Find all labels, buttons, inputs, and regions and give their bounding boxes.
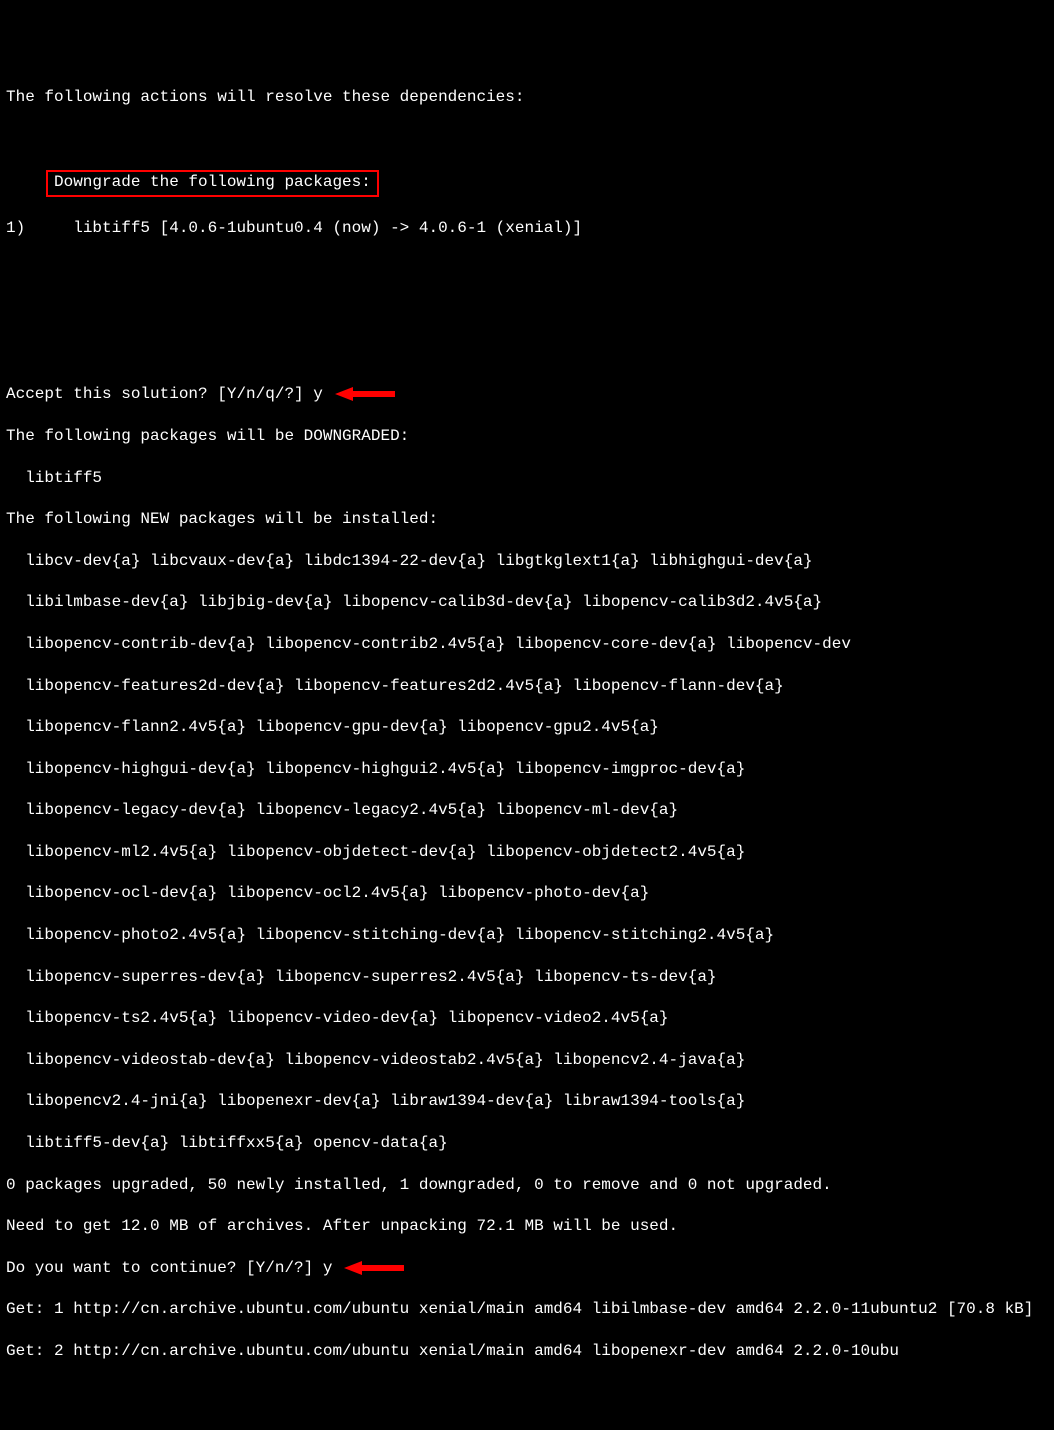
new-header: The following NEW packages will be insta… bbox=[6, 509, 1048, 530]
pkg-line: libopencv-photo2.4v5{a} libopencv-stitch… bbox=[6, 925, 1048, 946]
pkg-line: libopencv-ts2.4v5{a} libopencv-video-dev… bbox=[6, 1008, 1048, 1029]
pkg-line: libopencv2.4-jni{a} libopenexr-dev{a} li… bbox=[6, 1091, 1048, 1112]
blank bbox=[6, 260, 1048, 281]
summary-need-to-get: Need to get 12.0 MB of archives. After u… bbox=[6, 1216, 1048, 1237]
continue-prompt-row[interactable]: Do you want to continue? [Y/n/?] y bbox=[6, 1258, 1048, 1279]
pkg-line: libopencv-videostab-dev{a} libopencv-vid… bbox=[6, 1050, 1048, 1071]
continue-prompt-text: Do you want to continue? [Y/n/?] y bbox=[6, 1259, 332, 1277]
pkg-line: libopencv-flann2.4v5{a} libopencv-gpu-de… bbox=[6, 717, 1048, 738]
pkg-line: libopencv-features2d-dev{a} libopencv-fe… bbox=[6, 676, 1048, 697]
downgraded-pkgs: libtiff5 bbox=[6, 468, 1048, 489]
blank bbox=[6, 343, 1048, 364]
accept-prompt-row[interactable]: Accept this solution? [Y/n/q/?] y bbox=[6, 384, 1048, 405]
pkg-line: libopencv-contrib-dev{a} libopencv-contr… bbox=[6, 634, 1048, 655]
pkg-line: libtiff5-dev{a} libtiffxx5{a} opencv-dat… bbox=[6, 1133, 1048, 1154]
pkg-line: libopencv-legacy-dev{a} libopencv-legacy… bbox=[6, 800, 1048, 821]
accept-prompt-text: Accept this solution? [Y/n/q/?] y bbox=[6, 385, 323, 403]
blank bbox=[6, 301, 1048, 322]
download-line: Get: 2 http://cn.archive.ubuntu.com/ubun… bbox=[6, 1341, 1048, 1362]
pkg-line: libilmbase-dev{a} libjbig-dev{a} libopen… bbox=[6, 592, 1048, 613]
download-line: Get: 1 http://cn.archive.ubuntu.com/ubun… bbox=[6, 1299, 1048, 1320]
pkg-line: libopencv-ml2.4v5{a} libopencv-objdetect… bbox=[6, 842, 1048, 863]
pkg-line: libopencv-superres-dev{a} libopencv-supe… bbox=[6, 967, 1048, 988]
pkg-line: libopencv-ocl-dev{a} libopencv-ocl2.4v5{… bbox=[6, 883, 1048, 904]
summary-counts: 0 packages upgraded, 50 newly installed,… bbox=[6, 1175, 1048, 1196]
resolve-line: The following actions will resolve these… bbox=[6, 87, 1048, 108]
blank bbox=[6, 129, 1048, 150]
arrow-left-icon bbox=[335, 385, 395, 403]
downgrade-pkg-line: 1) libtiff5 [4.0.6-1ubuntu0.4 (now) -> 4… bbox=[6, 218, 1048, 239]
downgraded-header: The following packages will be DOWNGRADE… bbox=[6, 426, 1048, 447]
pkg-line: libopencv-highgui-dev{a} libopencv-highg… bbox=[6, 759, 1048, 780]
downgrade-header-box: Downgrade the following packages: bbox=[46, 170, 379, 197]
pkg-line: libcv-dev{a} libcvaux-dev{a} libdc1394-2… bbox=[6, 551, 1048, 572]
arrow-left-icon bbox=[344, 1259, 404, 1277]
downgrade-header-row: Downgrade the following packages: bbox=[6, 170, 1048, 197]
